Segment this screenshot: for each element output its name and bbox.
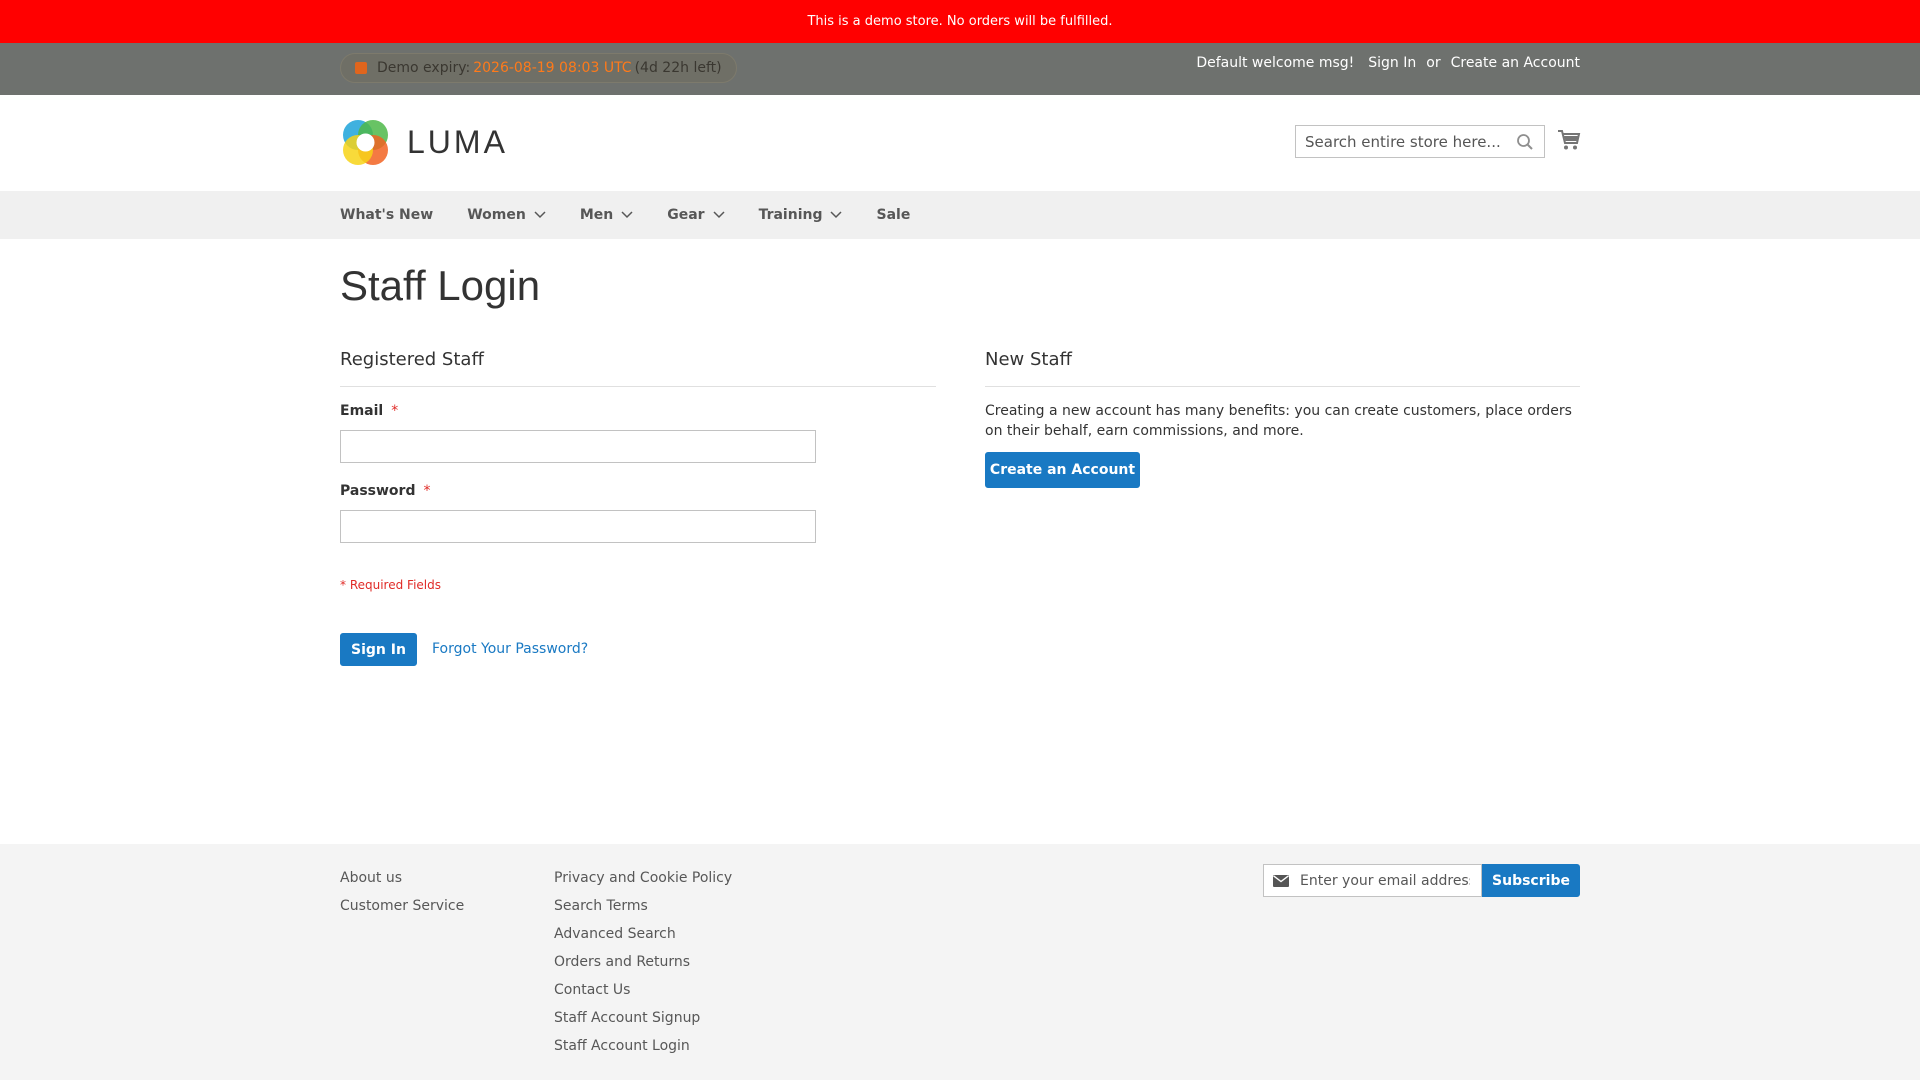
sign-in-button[interactable]: Sign In (340, 633, 417, 666)
footer-link-staff-login[interactable]: Staff Account Login (554, 1032, 732, 1060)
email-label: Email * (340, 403, 398, 419)
demo-expiry-label: Demo expiry: (377, 60, 471, 76)
expiry-indicator-icon (355, 62, 367, 74)
nav-item-label: Women (467, 207, 526, 223)
search-input[interactable] (1305, 126, 1515, 157)
footer-links-col-1: About us Customer Service (340, 864, 464, 920)
newsletter-field-wrap (1263, 864, 1482, 897)
footer-links-col-2: Privacy and Cookie Policy Search Terms A… (554, 864, 732, 1060)
required-fields-note: * Required Fields (340, 578, 441, 592)
nav-item-training[interactable]: Training (759, 207, 843, 223)
mail-icon (1273, 875, 1289, 887)
required-star: * (423, 483, 431, 499)
chevron-down-icon (621, 211, 633, 219)
header-links: Default welcome msg! Sign In or Create a… (1182, 53, 1580, 73)
footer-link-staff-signup[interactable]: Staff Account Signup (554, 1004, 732, 1032)
footer-link-search-terms[interactable]: Search Terms (554, 892, 732, 920)
password-field[interactable] (340, 510, 816, 543)
nav-item-label: Gear (667, 207, 705, 223)
create-account-button[interactable]: Create an Account (985, 452, 1140, 488)
demo-notice: This is a demo store. No orders will be … (0, 0, 1920, 43)
registered-divider (340, 386, 936, 387)
welcome-message: Default welcome msg! (1196, 55, 1355, 71)
footer: About us Customer Service Privacy and Co… (0, 844, 1920, 1080)
search-box (1295, 125, 1545, 158)
demo-expiry-left: (4d 22h left) (634, 60, 722, 76)
cart-icon[interactable] (1557, 128, 1581, 152)
or-separator: or (1426, 55, 1441, 71)
nav-item-label: What's New (340, 207, 434, 223)
page-title: Staff Login (340, 262, 541, 309)
nav-item-label: Men (579, 207, 614, 223)
demo-expiry-badge: Demo expiry: 2026-08-19 08:03 UTC (4d 22… (340, 53, 737, 83)
sign-in-link[interactable]: Sign In (1368, 55, 1416, 71)
footer-link-about-us[interactable]: About us (340, 864, 464, 892)
newsletter-form: Subscribe (1263, 864, 1580, 897)
new-staff-divider (985, 386, 1580, 387)
required-star: * (391, 403, 399, 419)
nav-item-whats-new[interactable]: What's New (340, 207, 433, 223)
footer-link-contact-us[interactable]: Contact Us (554, 976, 732, 1004)
nav-item-men[interactable]: Men (580, 207, 633, 223)
nav-item-label: Training (758, 207, 823, 223)
forgot-password-link[interactable]: Forgot Your Password? (432, 641, 588, 657)
footer-link-privacy[interactable]: Privacy and Cookie Policy (554, 864, 732, 892)
main-navigation: What's New Women Men Gear Training Sale (0, 191, 1920, 239)
nav-item-sale[interactable]: Sale (876, 207, 910, 223)
footer-link-orders-returns[interactable]: Orders and Returns (554, 948, 732, 976)
new-staff-title: New Staff (985, 349, 1072, 370)
registered-staff-title: Registered Staff (340, 349, 484, 370)
create-account-link[interactable]: Create an Account (1451, 55, 1580, 71)
newsletter-email-input[interactable] (1300, 865, 1470, 896)
demo-notice-text: This is a demo store. No orders will be … (807, 14, 1113, 29)
password-label: Password * (340, 483, 430, 499)
chevron-down-icon (713, 211, 725, 219)
footer-link-customer-service[interactable]: Customer Service (340, 892, 464, 920)
email-field[interactable] (340, 430, 816, 463)
logo-text: LUMA (407, 124, 508, 160)
chevron-down-icon (534, 211, 546, 219)
email-label-text: Email (340, 403, 384, 419)
logo[interactable]: LUMA (340, 117, 508, 168)
nav-item-label: Sale (876, 207, 911, 223)
nav-item-gear[interactable]: Gear (667, 207, 725, 223)
search-icon[interactable] (1516, 133, 1534, 151)
nav-item-women[interactable]: Women (467, 207, 546, 223)
header-content: LUMA (0, 95, 1920, 191)
demo-expiry-date: 2026-08-19 08:03 UTC (473, 60, 632, 76)
footer-link-advanced-search[interactable]: Advanced Search (554, 920, 732, 948)
subscribe-button[interactable]: Subscribe (1482, 864, 1580, 897)
new-staff-description: Creating a new account has many benefits… (985, 403, 1572, 439)
luma-logo-icon (343, 120, 388, 165)
panel-header: Demo expiry: 2026-08-19 08:03 UTC (4d 22… (0, 43, 1920, 95)
chevron-down-icon (830, 211, 843, 219)
password-label-text: Password (340, 483, 416, 499)
